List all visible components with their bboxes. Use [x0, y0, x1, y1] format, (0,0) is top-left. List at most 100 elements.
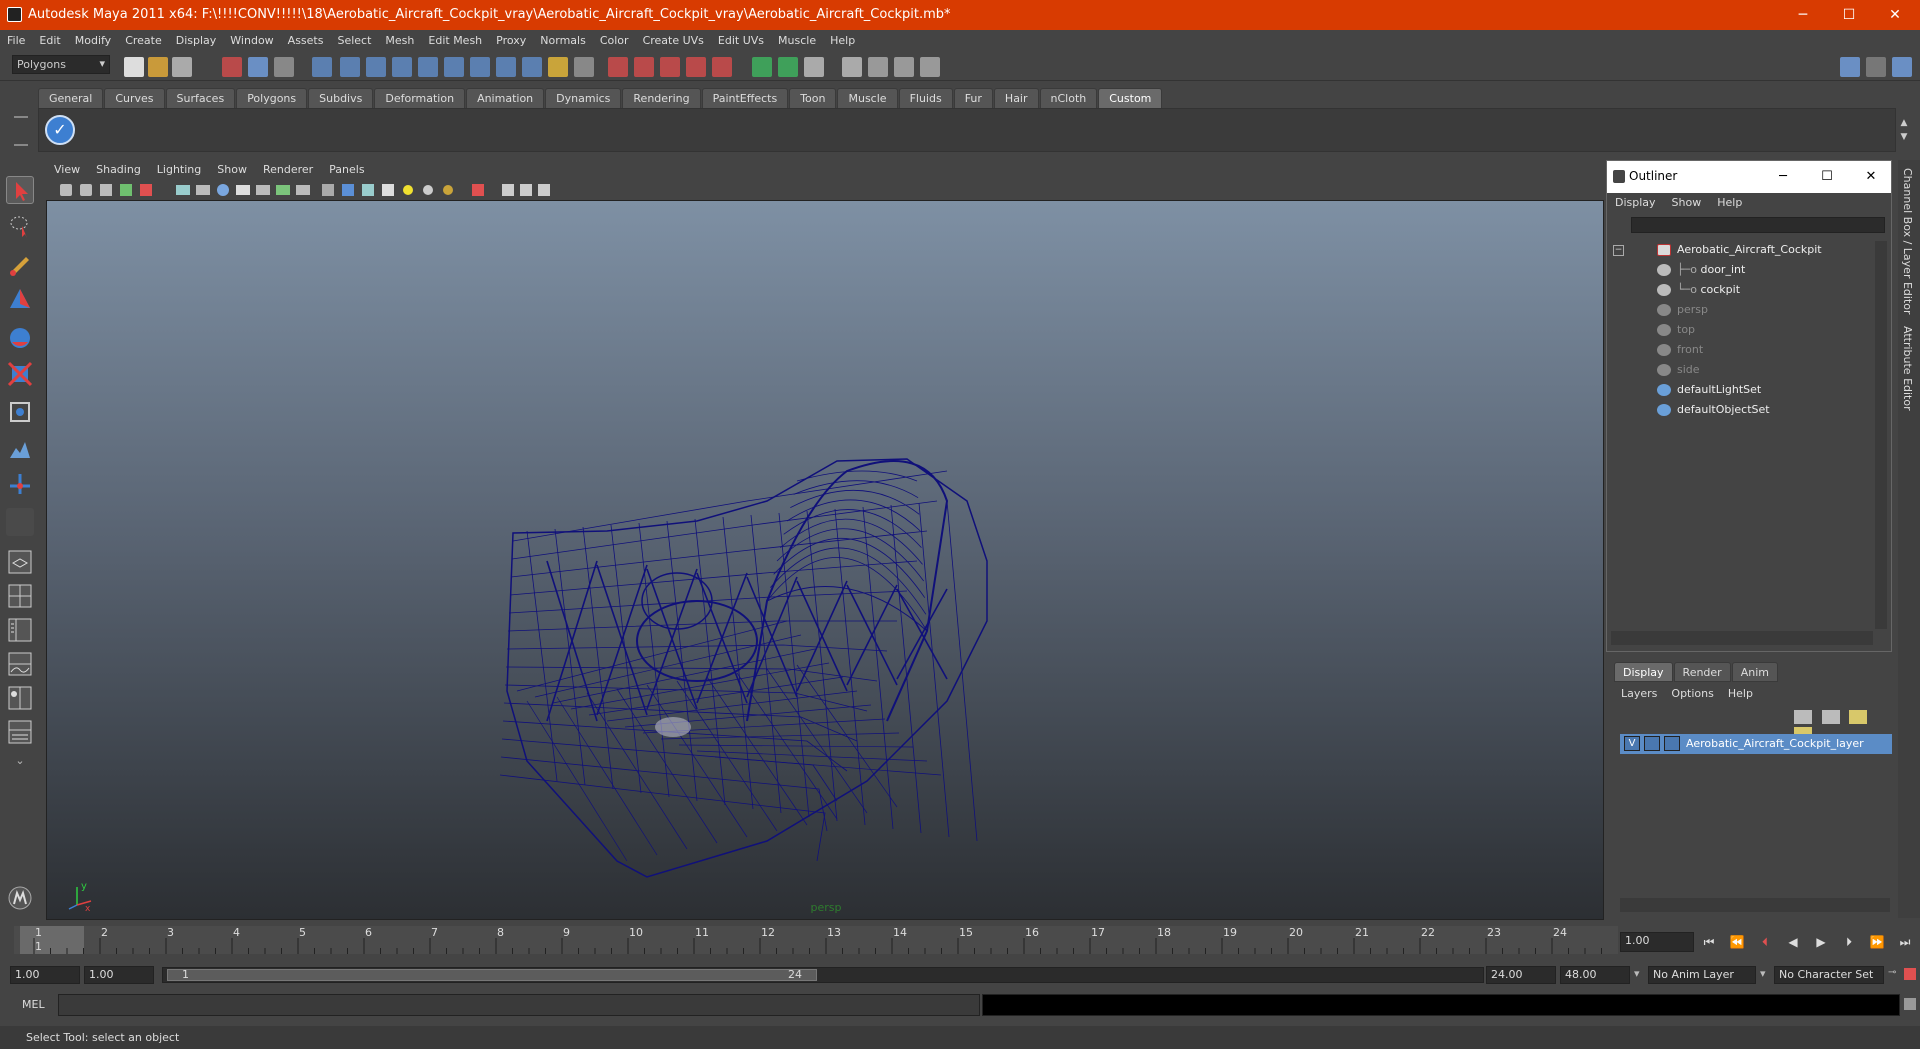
menu-normals[interactable]: Normals — [533, 30, 593, 51]
show-manipulator-tool-icon[interactable] — [6, 470, 34, 498]
layer-row[interactable]: V Aerobatic_Aircraft_Cockpit_layer — [1620, 734, 1892, 754]
layer-color-swatch[interactable] — [1664, 736, 1680, 751]
pick-mask-rendering-icon[interactable] — [470, 57, 490, 77]
menu-create[interactable]: Create — [118, 30, 169, 51]
show-channel-box-icon[interactable] — [1892, 57, 1912, 77]
make-live-icon[interactable] — [712, 57, 732, 77]
shelf-tab-animation[interactable]: Animation — [466, 88, 545, 108]
layout-four-pane-icon[interactable] — [6, 582, 34, 610]
shelf-collapse-handle[interactable] — [14, 116, 28, 146]
pick-mask-surfaces-icon[interactable] — [392, 57, 412, 77]
command-input[interactable] — [58, 994, 980, 1016]
shelf-tab-dynamics[interactable]: Dynamics — [545, 88, 622, 108]
playback-start-field[interactable]: 1.00 — [84, 966, 154, 984]
outliner-vertical-scrollbar[interactable] — [1875, 241, 1887, 629]
list-item[interactable]: front — [1657, 341, 1703, 359]
animation-preferences-icon[interactable] — [1904, 968, 1916, 980]
output-connections-icon[interactable] — [778, 57, 798, 77]
tab-anim[interactable]: Anim — [1731, 662, 1778, 682]
attribute-editor-tab[interactable]: Attribute Editor — [1901, 326, 1914, 411]
panel-menu-renderer[interactable]: Renderer — [255, 160, 321, 180]
list-item[interactable]: side — [1657, 361, 1700, 379]
go-to-start-icon[interactable]: ⏮ — [1698, 932, 1720, 952]
checkmark-icon[interactable]: ✓ — [45, 115, 75, 145]
move-layer-down-icon[interactable] — [1821, 710, 1840, 724]
shelf-tab-custom[interactable]: Custom — [1098, 88, 1163, 108]
menu-help[interactable]: Help — [823, 30, 862, 51]
layout-persp-outliner-icon[interactable] — [6, 718, 34, 746]
menu-edit-uvs[interactable]: Edit UVs — [711, 30, 771, 51]
character-set-dropdown[interactable]: No Character Set — [1774, 966, 1884, 984]
shelf-tab-fur[interactable]: Fur — [953, 88, 993, 108]
end-time-field[interactable]: 48.00 — [1560, 966, 1630, 984]
shelf-tab-curves[interactable]: Curves — [104, 88, 165, 108]
layer-menu-help[interactable]: Help — [1721, 684, 1760, 704]
script-editor-icon[interactable] — [1904, 998, 1916, 1010]
pick-mask-deformations-icon[interactable] — [418, 57, 438, 77]
help-question-icon[interactable] — [522, 57, 542, 77]
snap-to-view-plane-icon[interactable] — [686, 57, 706, 77]
pick-mask-handles-icon[interactable] — [312, 57, 332, 77]
last-tool-slot[interactable] — [6, 508, 34, 536]
outliner-menu-show[interactable]: Show — [1664, 193, 1710, 213]
outliner-close-button[interactable]: ✕ — [1849, 161, 1893, 193]
menu-select[interactable]: Select — [330, 30, 378, 51]
chevron-down-icon[interactable]: ▾ — [1634, 967, 1640, 980]
panel-menu-show[interactable]: Show — [209, 160, 255, 180]
rotate-tool-icon[interactable] — [6, 324, 34, 352]
outliner-menu-display[interactable]: Display — [1607, 193, 1664, 213]
render-frame-icon[interactable] — [842, 57, 862, 77]
shelf-tab-ncloth[interactable]: nCloth — [1039, 88, 1098, 108]
perspective-viewport[interactable]: y x persp — [46, 200, 1604, 920]
layer-horizontal-scrollbar[interactable] — [1620, 898, 1890, 912]
construction-history-icon[interactable] — [804, 57, 824, 77]
play-backward-icon[interactable]: ◀ — [1782, 932, 1804, 952]
go-to-end-icon[interactable]: ⏭ — [1894, 932, 1916, 952]
layer-visibility-toggle[interactable]: V — [1624, 736, 1640, 751]
panel-menu-shading[interactable]: Shading — [88, 160, 149, 180]
list-item[interactable]: persp — [1657, 301, 1708, 319]
menu-edit-mesh[interactable]: Edit Mesh — [421, 30, 489, 51]
shelf-tab-hair[interactable]: Hair — [993, 88, 1039, 108]
start-time-field[interactable]: 1.00 — [10, 966, 80, 984]
outliner-filter-field[interactable] — [1631, 217, 1885, 233]
move-layer-up-icon[interactable] — [1794, 710, 1812, 724]
shelf-tab-painteffects[interactable]: PaintEffects — [701, 88, 789, 108]
show-attribute-editor-icon[interactable] — [1840, 57, 1860, 77]
pick-mask-curves-icon[interactable] — [366, 57, 386, 77]
shelf-tab-deformation[interactable]: Deformation — [374, 88, 466, 108]
channel-box-tab[interactable]: Channel Box / Layer Editor — [1901, 168, 1914, 315]
menu-modify[interactable]: Modify — [68, 30, 118, 51]
command-language-label[interactable]: MEL — [22, 998, 45, 1011]
pick-mask-misc-icon[interactable] — [496, 57, 516, 77]
shelf-tab-polygons[interactable]: Polygons — [236, 88, 308, 108]
tab-render[interactable]: Render — [1673, 662, 1731, 682]
pick-mask-joints-icon[interactable] — [340, 57, 360, 77]
chevron-down-icon[interactable]: ▾ — [1760, 967, 1766, 980]
step-back-frame-icon[interactable]: ⏴ — [1754, 932, 1776, 952]
range-slider-track[interactable]: 1 24 — [162, 967, 1484, 983]
panel-toolbar-icons[interactable] — [46, 180, 606, 200]
new-scene-icon[interactable] — [124, 57, 144, 77]
shelf-tab-rendering[interactable]: Rendering — [622, 88, 701, 108]
menu-color[interactable]: Color — [593, 30, 636, 51]
hypershade-icon[interactable] — [920, 57, 940, 77]
menu-mesh[interactable]: Mesh — [378, 30, 421, 51]
lasso-tool-icon[interactable] — [6, 212, 34, 240]
menu-proxy[interactable]: Proxy — [489, 30, 533, 51]
select-by-hierarchy-icon[interactable] — [222, 57, 242, 77]
lock-selection-icon[interactable] — [548, 57, 568, 77]
render-settings-icon[interactable] — [894, 57, 914, 77]
layout-hypershade-persp-icon[interactable] — [6, 684, 34, 712]
scale-tool-icon[interactable] — [6, 360, 34, 388]
toolbox-expand-icon[interactable]: ⌄ — [6, 752, 34, 770]
snap-to-grid-icon[interactable] — [608, 57, 628, 77]
auto-key-icon[interactable]: ⊸ — [1888, 967, 1896, 978]
menu-file[interactable]: File — [0, 30, 32, 51]
paint-select-tool-icon[interactable] — [6, 250, 34, 278]
step-back-key-icon[interactable]: ⏪ — [1726, 932, 1748, 952]
menu-display[interactable]: Display — [169, 30, 224, 51]
soft-modification-tool-icon[interactable] — [6, 434, 34, 462]
shelf-tab-toon[interactable]: Toon — [789, 88, 837, 108]
shelf-tab-muscle[interactable]: Muscle — [837, 88, 898, 108]
